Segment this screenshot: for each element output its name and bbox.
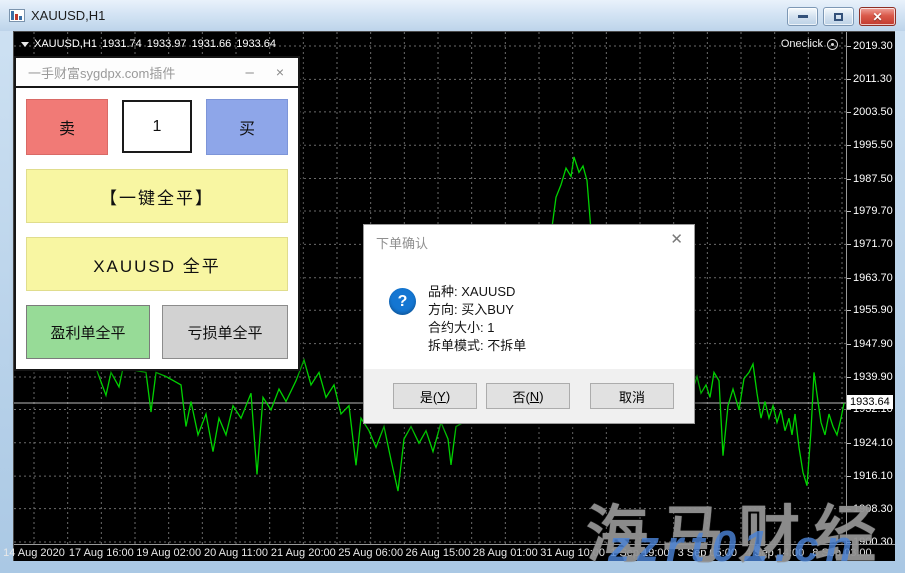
time-axis-label: 28 Aug 01:00 [473, 547, 538, 559]
price-axis-label: 1963.70 [853, 272, 893, 284]
mt4-chart-window: { "window": { "title": "XAUUSD,H1", "clo… [0, 0, 905, 573]
current-price-tag: 1933.64 [847, 395, 893, 409]
dialog-title: 下单确认 [376, 233, 428, 252]
plugin-panel-titlebar[interactable]: 一手财富sygdpx.com插件 – × [16, 58, 298, 88]
price-axis[interactable]: 2019.30 2011.30 2003.50 1995.50 1987.50 1979.… [846, 32, 895, 544]
oneclick-label: Oneclick [781, 38, 823, 50]
ohlc-open: 1931.74 [102, 38, 142, 50]
ohlc-high: 1933.97 [147, 38, 187, 50]
question-icon: ? [389, 288, 416, 315]
close-icon: ✕ [872, 10, 882, 24]
trade-plugin-panel: 一手财富sygdpx.com插件 – × 卖 买 【一键全平】 XAUUSD 全… [14, 56, 300, 371]
price-tick [847, 310, 851, 311]
close-all-button[interactable]: 【一键全平】 [26, 169, 288, 223]
dialog-message-line: 品种: XAUUSD [428, 283, 526, 301]
lot-size-input[interactable] [122, 100, 192, 153]
cancel-button[interactable]: 取消 [590, 383, 674, 409]
price-axis-label: 2011.30 [853, 73, 892, 85]
time-axis-label: 19 Aug 02:00 [136, 547, 201, 559]
oneclick-icon [827, 39, 838, 50]
dialog-message: 品种: XAUUSD方向: 买入BUY合约大小: 1拆单模式: 不拆单 [428, 283, 526, 355]
plugin-panel-body: 卖 买 【一键全平】 XAUUSD 全平 盈利单全平 亏损单全平 [16, 88, 298, 359]
dialog-close-icon[interactable]: ✕ [670, 230, 683, 248]
app-icon [9, 9, 25, 22]
ohlc-close: 1933.64 [236, 38, 276, 50]
dropdown-icon[interactable] [21, 42, 29, 47]
window-title: XAUUSD,H1 [31, 8, 105, 23]
ohlc-low: 1931.66 [192, 38, 232, 50]
price-tick [847, 211, 851, 212]
order-confirm-dialog: 下单确认 ✕ ? 品种: XAUUSD方向: 买入BUY合约大小: 1拆单模式:… [363, 224, 695, 424]
time-axis-label: 25 Aug 06:00 [338, 547, 403, 559]
price-axis-label: 1916.10 [853, 470, 893, 482]
plugin-panel-title: 一手财富sygdpx.com插件 [28, 63, 175, 82]
price-tick [847, 112, 851, 113]
close-button[interactable]: ✕ [859, 7, 896, 26]
price-axis-label: 1924.10 [853, 437, 893, 449]
time-axis-label: 20 Aug 11:00 [204, 547, 268, 559]
price-axis-label: 1995.50 [853, 139, 893, 151]
time-axis-label: 26 Aug 15:00 [406, 547, 471, 559]
price-tick [847, 179, 851, 180]
price-tick [847, 443, 851, 444]
price-axis-label: 1971.70 [853, 238, 893, 250]
dialog-message-line: 拆单模式: 不拆单 [428, 337, 526, 355]
price-axis-label: 1979.70 [853, 205, 893, 217]
price-axis-label: 1955.90 [853, 304, 893, 316]
close-symbol-button[interactable]: XAUUSD 全平 [26, 237, 288, 291]
ohlc-header: XAUUSD,H1 1931.74 1933.97 1931.66 1933.6… [21, 38, 276, 50]
plugin-close-button[interactable]: × [262, 64, 286, 80]
price-tick [847, 244, 851, 245]
dialog-message-line: 方向: 买入BUY [428, 301, 526, 319]
oneclick-trading-toggle[interactable]: Oneclick [781, 38, 838, 50]
time-axis-label: 21 Aug 20:00 [271, 547, 336, 559]
dialog-message-line: 合约大小: 1 [428, 319, 526, 337]
dialog-button-bar: 是(Y) 否(N) 取消 [364, 369, 694, 423]
price-tick [847, 476, 851, 477]
price-tick [847, 409, 851, 410]
price-tick [847, 46, 851, 47]
ohlc-symbol: XAUUSD,H1 [34, 38, 97, 50]
window-titlebar[interactable]: XAUUSD,H1 [0, 0, 905, 31]
sell-button[interactable]: 卖 [26, 99, 108, 155]
price-tick [847, 344, 851, 345]
price-axis-label: 1947.90 [853, 338, 893, 350]
watermark-site: zzrt01.cn [608, 522, 859, 572]
price-tick [847, 145, 851, 146]
buy-button[interactable]: 买 [206, 99, 288, 155]
price-tick [847, 278, 851, 279]
time-axis-label: 17 Aug 16:00 [69, 547, 134, 559]
yes-button[interactable]: 是(Y) [393, 383, 477, 409]
window-controls: ✕ [787, 7, 896, 26]
close-profit-orders-button[interactable]: 盈利单全平 [26, 305, 150, 359]
minimize-icon [798, 15, 808, 18]
price-axis-label: 1939.90 [853, 371, 893, 383]
no-button[interactable]: 否(N) [486, 383, 570, 409]
minimize-button[interactable] [787, 7, 818, 26]
price-axis-label: 2003.50 [853, 106, 893, 118]
price-tick [847, 79, 851, 80]
price-axis-label: 2019.30 [853, 40, 893, 52]
close-loss-orders-button[interactable]: 亏损单全平 [162, 305, 288, 359]
price-axis-label: 1987.50 [853, 173, 893, 185]
plugin-minimize-button[interactable]: – [237, 64, 261, 81]
price-tick [847, 377, 851, 378]
restore-icon [834, 13, 843, 21]
restore-button[interactable] [823, 7, 854, 26]
time-axis-label: 14 Aug 2020 [3, 547, 65, 559]
